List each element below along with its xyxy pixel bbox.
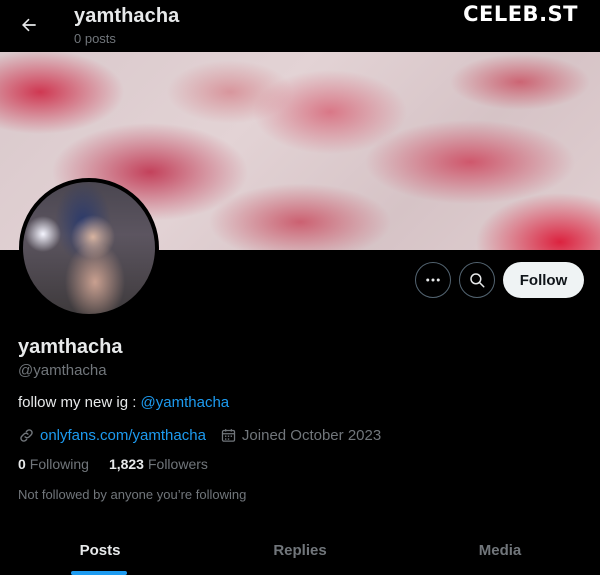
display-name: yamthacha <box>18 336 123 358</box>
tab-media[interactable]: Media <box>400 528 600 575</box>
not-followed-notice: Not followed by anyone you’re following <box>18 487 247 502</box>
active-tab-indicator <box>71 571 127 575</box>
tab-posts[interactable]: Posts <box>0 528 200 575</box>
following-link[interactable]: 0 Following <box>18 456 89 472</box>
more-horizontal-icon <box>426 278 440 282</box>
more-button[interactable] <box>415 262 451 298</box>
following-label: Following <box>29 456 89 472</box>
back-button[interactable] <box>12 8 46 42</box>
bio-mention-link[interactable]: @yamthacha <box>141 394 230 411</box>
user-handle: @yamthacha <box>18 362 107 379</box>
followers-link[interactable]: 1,823 Followers <box>109 456 208 472</box>
post-count: 0 posts <box>74 31 116 46</box>
calendar-icon <box>221 428 236 442</box>
website-link[interactable]: onlyfans.com/yamthacha <box>18 427 206 444</box>
following-count: 0 <box>18 456 26 472</box>
follow-button[interactable]: Follow <box>503 262 584 298</box>
link-icon <box>20 428 33 442</box>
website-text: onlyfans.com/yamthacha <box>40 426 206 444</box>
search-icon <box>470 273 485 288</box>
follow-counts: 0 Following 1,823 Followers <box>18 456 228 472</box>
profile-meta: onlyfans.com/yamthacha Joined October 20… <box>18 425 381 445</box>
joined-date: Joined October 2023 <box>220 427 381 444</box>
followers-count: 1,823 <box>108 456 144 472</box>
bio-text: follow my new ig : <box>18 394 141 411</box>
search-button[interactable] <box>459 262 495 298</box>
avatar[interactable] <box>19 178 159 318</box>
joined-text: Joined October 2023 <box>241 426 382 444</box>
arrow-left-icon <box>22 18 36 32</box>
header-title: yamthacha <box>74 5 180 27</box>
top-bar: yamthacha 0 posts CELEB.ST <box>0 0 600 52</box>
followers-label: Followers <box>147 456 208 472</box>
watermark-logo: CELEB.ST <box>463 2 578 26</box>
bio: follow my new ig : @yamthacha <box>18 394 229 411</box>
tab-replies[interactable]: Replies <box>200 528 400 575</box>
